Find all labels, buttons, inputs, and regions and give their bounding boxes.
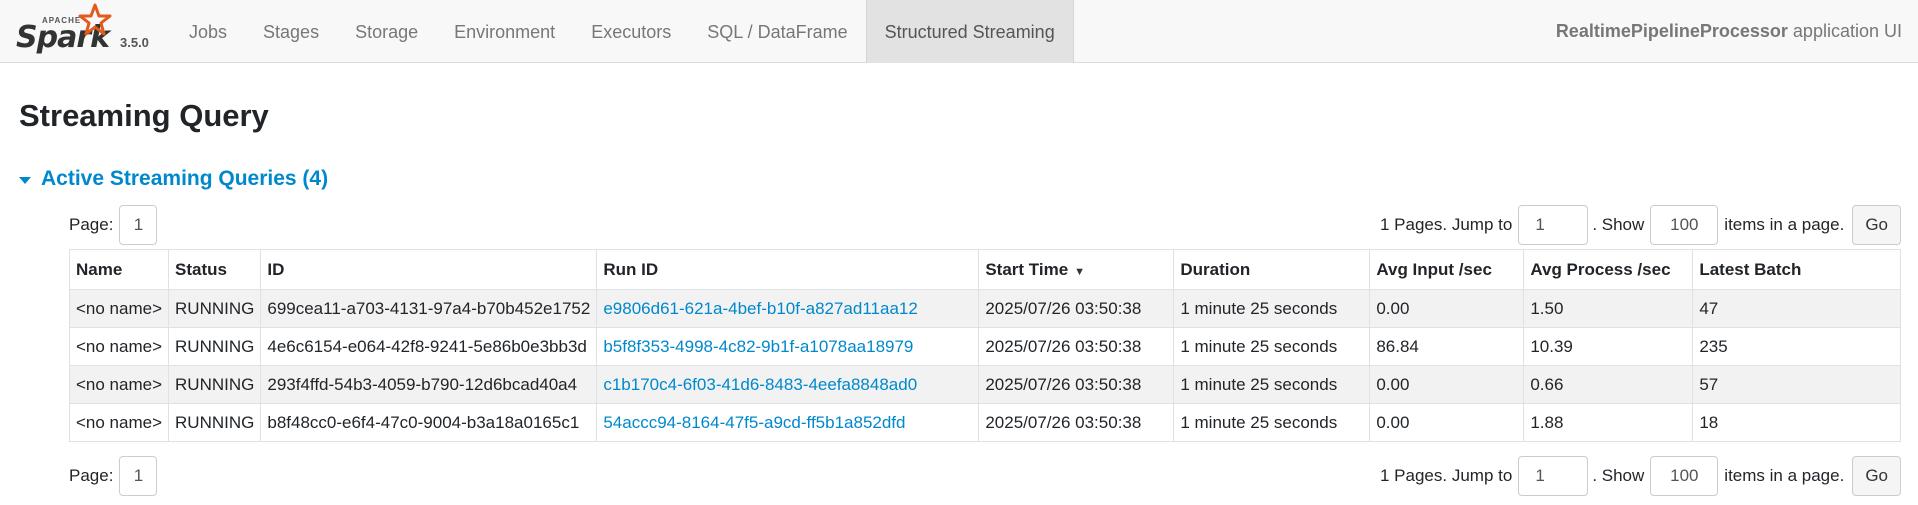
pages-jump-text: 1 Pages. Jump to (1380, 215, 1513, 234)
cell-id: 4e6c6154-e064-42f8-9241-5e86b0e3bb3d (260, 327, 598, 366)
caret-down-icon (19, 176, 31, 184)
col-header-id[interactable]: ID (260, 249, 598, 290)
cell-latest-batch: 235 (1692, 327, 1901, 366)
run-id-link[interactable]: b5f8f353-4998-4c82-9b1f-a1078aa18979 (603, 337, 913, 356)
col-header-duration[interactable]: Duration (1173, 249, 1371, 290)
spark-star-icon (78, 3, 112, 36)
cell-avg-input: 86.84 (1369, 327, 1525, 366)
tab-storage[interactable]: Storage (337, 0, 436, 63)
col-header-avg-process[interactable]: Avg Process /sec (1523, 249, 1694, 290)
table-row: <no name> RUNNING b8f48cc0-e6f4-47c0-900… (68, 403, 1901, 442)
tab-structured-streaming[interactable]: Structured Streaming (865, 0, 1074, 63)
col-header-status[interactable]: Status (168, 249, 262, 290)
cell-status: RUNNING (168, 289, 262, 328)
cell-avg-process: 10.39 (1523, 327, 1694, 366)
jump-to-page-input[interactable]: 1 (1518, 205, 1589, 245)
cell-run-id: b5f8f353-4998-4c82-9b1f-a1078aa18979 (596, 327, 980, 366)
cell-start-time: 2025/07/26 03:50:38 (978, 327, 1175, 366)
app-title-suffix: application UI (1787, 21, 1902, 41)
tab-sql-dataframe[interactable]: SQL / DataFrame (689, 0, 865, 63)
cell-start-time: 2025/07/26 03:50:38 (978, 403, 1175, 442)
show-text: . Show (1592, 466, 1645, 485)
app-name: RealtimePipelineProcessor (1555, 21, 1788, 41)
cell-avg-process: 1.50 (1523, 289, 1694, 328)
cell-latest-batch: 47 (1692, 289, 1901, 328)
spark-logo[interactable]: APACHE Spark 3.5.0 (16, 2, 156, 58)
cell-avg-process: 1.88 (1523, 403, 1694, 442)
cell-name: <no name> (68, 365, 170, 404)
tab-jobs[interactable]: Jobs (171, 0, 245, 63)
cell-status: RUNNING (168, 365, 262, 404)
col-header-start-time[interactable]: Start Time ▼ (978, 249, 1175, 290)
cell-avg-process: 0.66 (1523, 365, 1694, 404)
cell-id: b8f48cc0-e6f4-47c0-9004-b3a18a0165c1 (260, 403, 598, 442)
cell-id: 293f4ffd-54b3-4059-b790-12d6bcad40a4 (260, 365, 598, 404)
go-button[interactable]: Go (1852, 456, 1901, 496)
pagination-top: Page: 1 1 Pages. Jump to 1 . Show 100 it… (69, 205, 1901, 245)
go-button[interactable]: Go (1852, 205, 1901, 245)
jump-to-page-input[interactable]: 1 (1518, 456, 1589, 496)
page-label: Page: (69, 215, 114, 234)
run-id-link[interactable]: c1b170c4-6f03-41d6-8483-4eefa8848ad0 (603, 375, 917, 394)
nav-tabs: Jobs Stages Storage Environment Executor… (171, 0, 1074, 63)
run-id-link[interactable]: e9806d61-621a-4bef-b10f-a827ad11aa12 (603, 299, 917, 318)
cell-start-time: 2025/07/26 03:50:38 (978, 289, 1175, 328)
app-title: RealtimePipelineProcessor application UI (1556, 0, 1902, 63)
start-time-label: Start Time (985, 259, 1069, 279)
cell-avg-input: 0.00 (1369, 289, 1525, 328)
cell-duration: 1 minute 25 seconds (1173, 403, 1371, 442)
cell-run-id: e9806d61-621a-4bef-b10f-a827ad11aa12 (596, 289, 980, 328)
page-title: Streaming Query (19, 98, 269, 133)
table-row: <no name> RUNNING 293f4ffd-54b3-4059-b79… (68, 365, 1901, 404)
page-number-button[interactable]: 1 (119, 456, 158, 496)
cell-id: 699cea11-a703-4131-97a4-b70b452e1752 (260, 289, 598, 328)
cell-start-time: 2025/07/26 03:50:38 (978, 365, 1175, 404)
cell-name: <no name> (68, 403, 170, 442)
cell-status: RUNNING (168, 327, 262, 366)
cell-name: <no name> (68, 289, 170, 328)
tab-environment[interactable]: Environment (436, 0, 573, 63)
cell-latest-batch: 57 (1692, 365, 1901, 404)
run-id-link[interactable]: 54accc94-8164-47f5-a9cd-ff5b1a852dfd (603, 413, 905, 432)
show-text: . Show (1592, 215, 1645, 234)
streaming-queries-table: Name Status ID Run ID Start Time ▼ Durati… (68, 249, 1901, 442)
active-queries-toggle[interactable]: Active Streaming Queries (4) (19, 167, 328, 191)
pagination-bottom: Page: 1 1 Pages. Jump to 1 . Show 100 it… (69, 456, 1901, 496)
page-label: Page: (69, 466, 114, 485)
table-header-row: Name Status ID Run ID Start Time ▼ Durati… (68, 249, 1901, 290)
cell-run-id: 54accc94-8164-47f5-a9cd-ff5b1a852dfd (596, 403, 980, 442)
cell-run-id: c1b170c4-6f03-41d6-8483-4eefa8848ad0 (596, 365, 980, 404)
page-size-input[interactable]: 100 (1650, 205, 1719, 245)
tab-stages[interactable]: Stages (245, 0, 337, 63)
cell-avg-input: 0.00 (1369, 365, 1525, 404)
cell-latest-batch: 18 (1692, 403, 1901, 442)
page-number-button[interactable]: 1 (119, 205, 158, 245)
cell-status: RUNNING (168, 403, 262, 442)
page-size-input[interactable]: 100 (1650, 456, 1719, 496)
items-in-page-text: items in a page. (1724, 215, 1845, 234)
cell-avg-input: 0.00 (1369, 403, 1525, 442)
col-header-avg-input[interactable]: Avg Input /sec (1369, 249, 1525, 290)
items-in-page-text: items in a page. (1724, 466, 1845, 485)
navbar: APACHE Spark 3.5.0 Jobs Stages Storage E… (0, 0, 1918, 63)
cell-duration: 1 minute 25 seconds (1173, 327, 1371, 366)
col-header-run-id[interactable]: Run ID (596, 249, 980, 290)
pages-jump-text: 1 Pages. Jump to (1380, 466, 1513, 485)
cell-duration: 1 minute 25 seconds (1173, 365, 1371, 404)
cell-duration: 1 minute 25 seconds (1173, 289, 1371, 328)
cell-name: <no name> (68, 327, 170, 366)
version-label: 3.5.0 (120, 35, 149, 50)
sort-desc-icon: ▼ (1074, 265, 1086, 278)
tab-executors[interactable]: Executors (573, 0, 689, 63)
table-row: <no name> RUNNING 4e6c6154-e064-42f8-924… (68, 327, 1901, 366)
col-header-latest-batch[interactable]: Latest Batch (1692, 249, 1901, 290)
active-queries-title: Active Streaming Queries (4) (41, 167, 329, 190)
col-header-name[interactable]: Name (68, 249, 170, 290)
table-row: <no name> RUNNING 699cea11-a703-4131-97a… (68, 289, 1901, 328)
